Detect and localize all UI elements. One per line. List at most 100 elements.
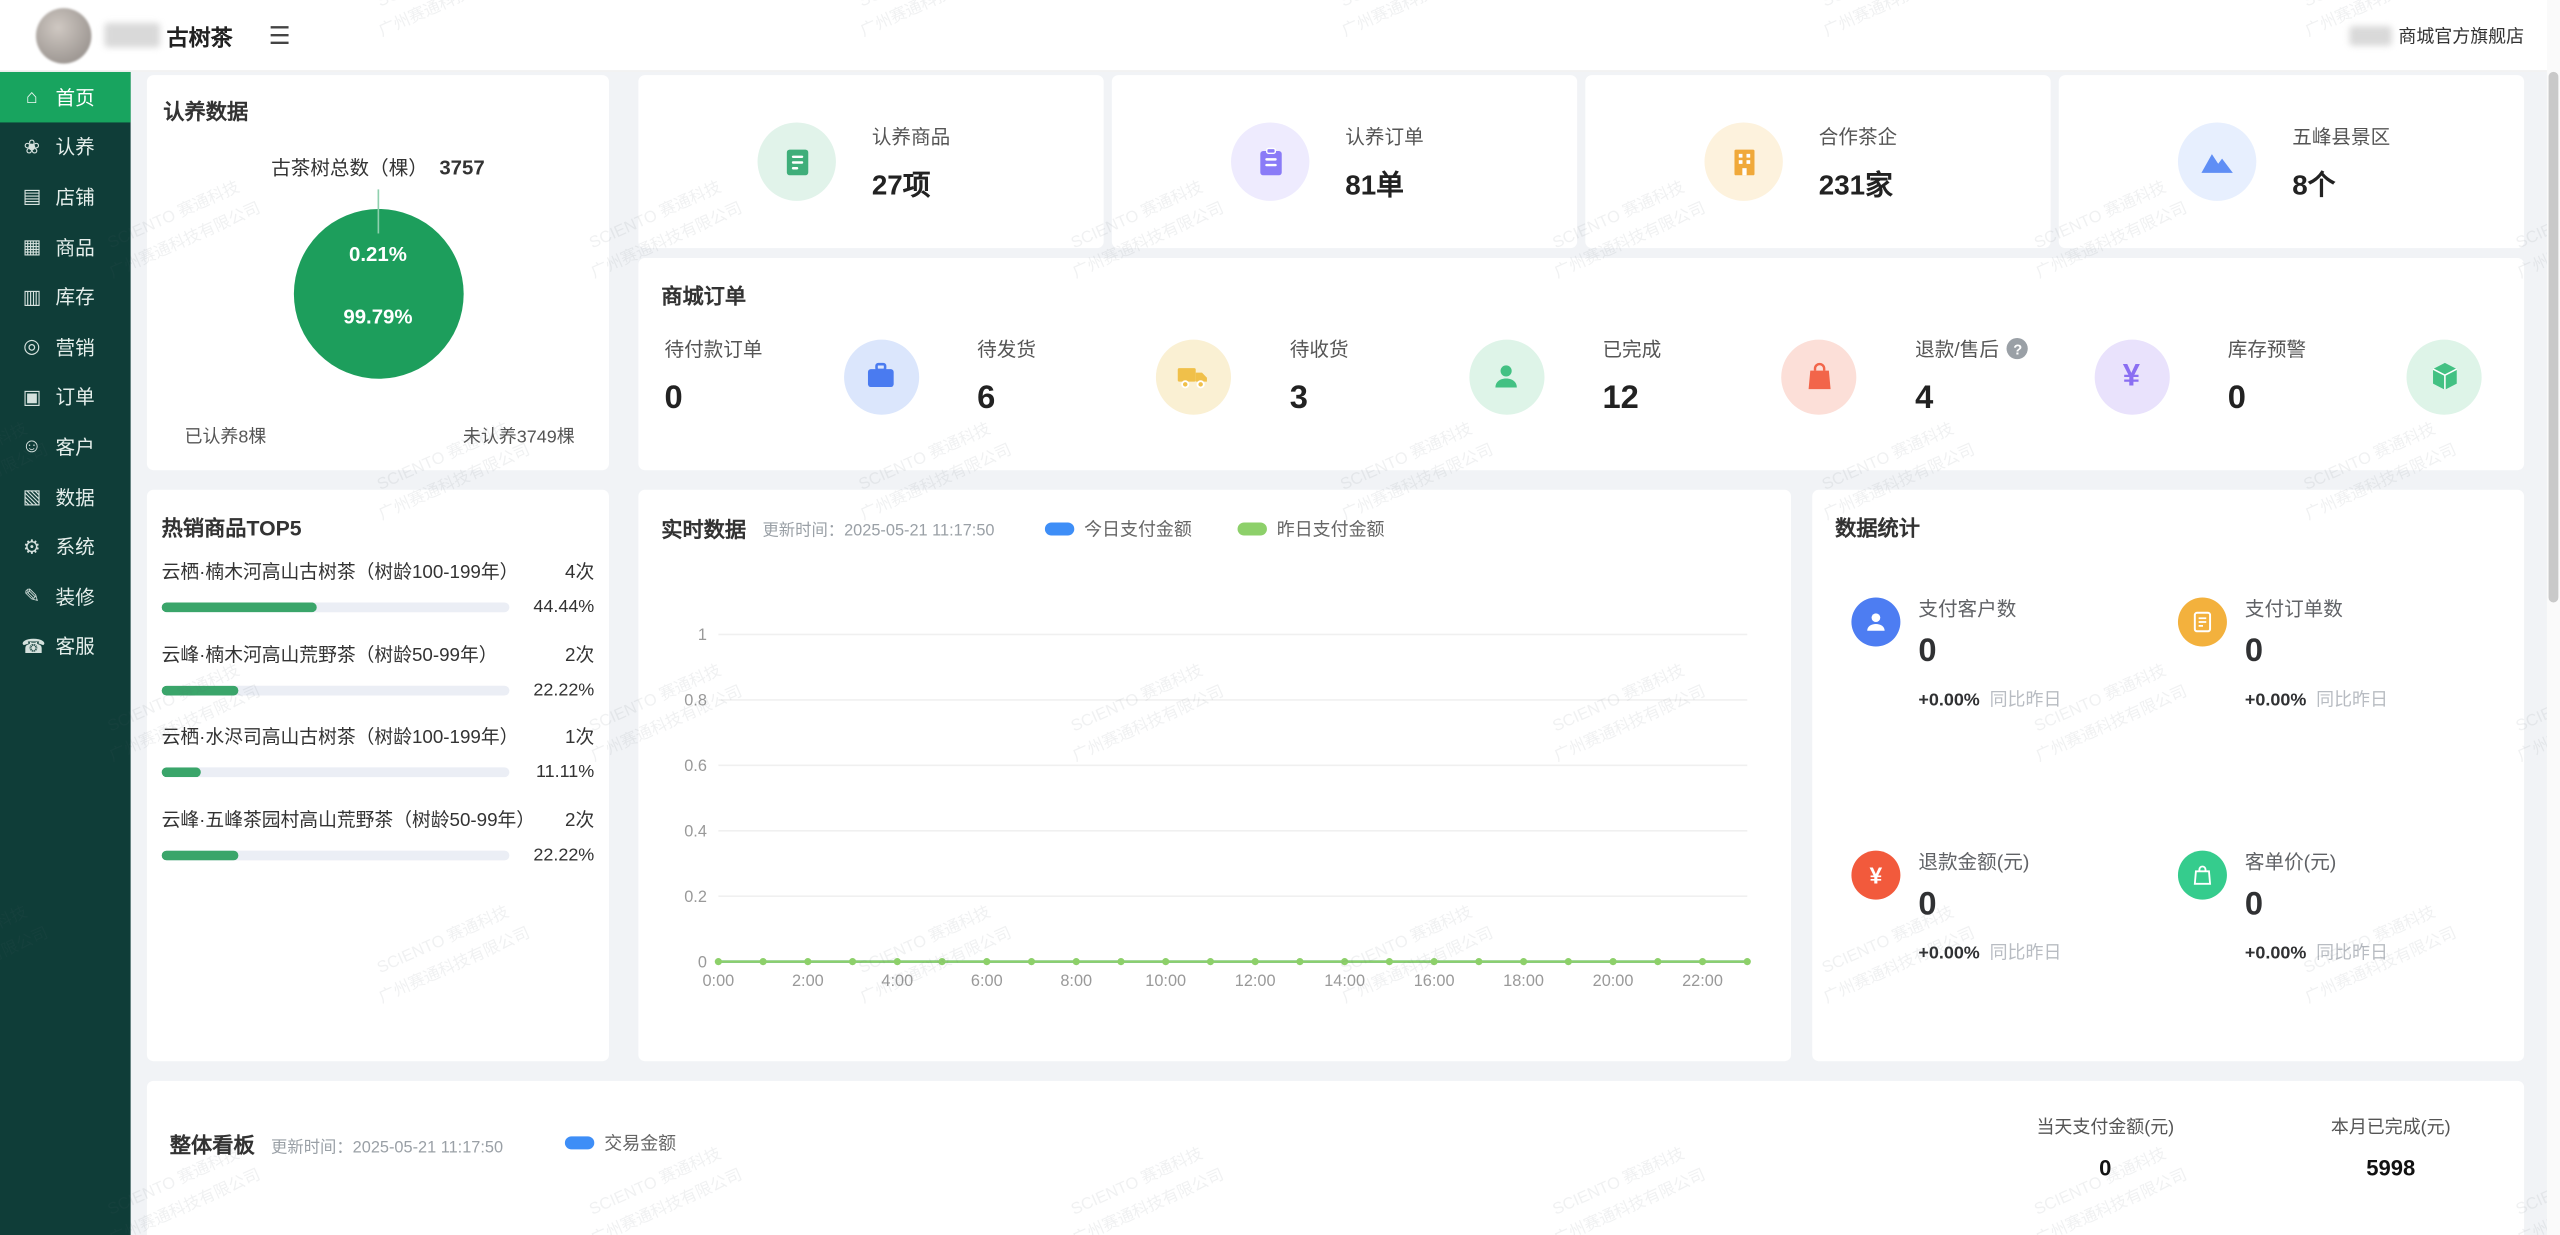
redacted-text [2349, 25, 2391, 45]
adoption-data-card: 认养数据 古茶树总数（棵）3757 0.21% 99.79% 已认养8棵 未认养… [147, 75, 609, 470]
sidebar-item-decorate[interactable]: ✎ 装修 [0, 571, 131, 621]
svg-text:0.4: 0.4 [684, 822, 707, 840]
top-header: 古树茶 ☰ 商城官方旗舰店 [0, 0, 2560, 72]
user-icon [1851, 598, 1900, 647]
home-icon: ⌂ [21, 85, 42, 108]
order-status-value: 4 [1915, 380, 2028, 418]
sidebar-item-label: 数据 [56, 483, 95, 511]
sidebar-item-data[interactable]: ▧ 数据 [0, 471, 131, 521]
svg-text:20:00: 20:00 [1593, 972, 1634, 990]
legend-yesterday[interactable]: 昨日支付金额 [1238, 516, 1385, 542]
clipboard-icon [1231, 122, 1309, 200]
order-status-value: 6 [977, 380, 1036, 418]
progress-bar [162, 850, 510, 860]
adopted-percent: 0.21% [293, 243, 463, 266]
stat-value: 81单 [1345, 161, 1423, 202]
stat-delta: +0.00% [2245, 691, 2306, 711]
svg-text:0.6: 0.6 [684, 757, 707, 775]
sidebar-item-marketing[interactable]: ◎ 营销 [0, 322, 131, 372]
update-time: 更新时间：2025-05-21 11:17:50 [271, 1133, 503, 1157]
stat-value: 0 [1918, 633, 2061, 671]
order-status-refund[interactable]: 退款/售后 ? 4 ¥ [1915, 335, 2228, 418]
redacted-text [104, 23, 160, 47]
marketing-icon: ◎ [21, 335, 42, 358]
menu-collapse-icon[interactable]: ☰ [269, 20, 291, 49]
orders-icon: ▣ [21, 385, 42, 408]
svg-text:0:00: 0:00 [702, 972, 734, 990]
product-name: 云栖·水浕司高山古树茶（树龄100-199年） [162, 723, 519, 749]
sidebar-item-label: 首页 [56, 83, 95, 111]
sidebar-item-shop[interactable]: ▤ 店铺 [0, 172, 131, 222]
sidebar-item-system[interactable]: ⚙ 系统 [0, 521, 131, 571]
order-status-to-ship[interactable]: 待发货 6 [977, 335, 1290, 418]
app-title-text: 古树茶 [167, 19, 233, 52]
sidebar-item-customers[interactable]: ☺ 客户 [0, 421, 131, 471]
sidebar-item-goods[interactable]: ▦ 商品 [0, 222, 131, 272]
month-completed: 本月已完成(元) 5998 [2331, 1113, 2451, 1180]
decorate-icon: ✎ [21, 585, 42, 608]
card-title: 热销商品TOP5 [147, 490, 609, 542]
unadopted-percent: 99.79% [293, 305, 463, 328]
doc-list-icon [758, 122, 836, 200]
legend-transaction[interactable]: 交易金额 [565, 1130, 676, 1156]
help-icon[interactable]: ? [2007, 338, 2028, 359]
sidebar-item-service[interactable]: ☎ 客服 [0, 621, 131, 671]
stat-card-tea-partners[interactable]: 合作茶企 231家 [1585, 75, 2050, 248]
order-status-label: 待发货 [977, 335, 1036, 363]
product-percent: 11.11% [536, 762, 594, 782]
sidebar-item-orders[interactable]: ▣ 订单 [0, 372, 131, 422]
product-count: 1次 [565, 723, 594, 749]
service-icon: ☎ [21, 635, 42, 658]
sidebar-item-label: 店铺 [56, 183, 95, 211]
card-title: 商城订单 [638, 258, 2524, 310]
truck-icon [1156, 339, 1231, 414]
svg-text:22:00: 22:00 [1682, 972, 1723, 990]
stat-value: 8个 [2292, 161, 2390, 202]
stat-label: 客单价(元) [2245, 847, 2388, 875]
stat-card-scenic-spots[interactable]: 五峰县景区 8个 [2059, 75, 2524, 248]
svg-text:0.2: 0.2 [684, 888, 707, 906]
shop-icon: ▤ [21, 185, 42, 208]
order-status-to-receive[interactable]: 待收货 3 [1290, 335, 1603, 418]
store-name: 商城官方旗舰店 [2349, 22, 2524, 48]
svg-text:2:00: 2:00 [792, 972, 824, 990]
stat-delta: +0.00% [2245, 944, 2306, 964]
yen-icon: ¥ [1851, 851, 1900, 900]
scrollbar-thumb[interactable] [2549, 72, 2559, 603]
product-row[interactable]: 云栖·楠木河高山古树茶（树龄100-199年）4次 44.44% [162, 558, 595, 617]
document-icon [2178, 598, 2227, 647]
svg-text:0: 0 [698, 953, 707, 971]
product-row[interactable]: 云峰·五峰茶园村高山荒野茶（树龄50-99年）2次 22.22% [162, 806, 595, 865]
svg-text:0.8: 0.8 [684, 692, 707, 710]
order-status-value: 0 [664, 380, 762, 418]
stat-card-adopt-goods[interactable]: 认养商品 27项 [638, 75, 1103, 248]
order-status-stock-alert[interactable]: 库存预警 0 [2228, 335, 2482, 418]
adopt-icon: ❀ [21, 135, 42, 158]
realtime-line-chart: 00.20.40.60.810:002:004:006:008:0010:001… [655, 604, 1775, 1009]
legend-today[interactable]: 今日支付金额 [1045, 516, 1192, 542]
avatar[interactable] [36, 7, 92, 63]
person-icon [1469, 339, 1544, 414]
sidebar-item-inventory[interactable]: ▥ 库存 [0, 272, 131, 322]
product-row[interactable]: 云栖·水浕司高山古树茶（树龄100-199年） 1次 11.11% [162, 723, 595, 782]
order-status-completed[interactable]: 已完成 12 [1602, 335, 1915, 418]
card-title: 数据统计 [1812, 490, 2524, 542]
hot-products-card: 热销商品TOP5 云栖·楠木河高山古树茶（树龄100-199年）4次 44.44… [147, 490, 609, 1061]
stat-card-adopt-orders[interactable]: 认养订单 81单 [1112, 75, 1577, 248]
vertical-scrollbar[interactable] [2547, 0, 2560, 1235]
order-status-value: 12 [1602, 380, 1661, 418]
order-status-value: 0 [2228, 380, 2306, 418]
order-status-pending-payment[interactable]: 待付款订单 0 [664, 335, 977, 418]
product-row[interactable]: 云峰·楠木河高山荒野茶（树龄50-99年）2次 22.22% [162, 641, 595, 700]
stat-avg-price: 客单价(元) 0 +0.00%同比昨日 [2178, 847, 2505, 1027]
shopping-bag-icon [1781, 339, 1856, 414]
product-name: 云峰·五峰茶园村高山荒野茶（树龄50-99年） [162, 806, 535, 832]
sidebar-item-label: 订单 [56, 383, 95, 411]
order-status-value: 3 [1290, 380, 1349, 418]
data-statistics-card: 数据统计 支付客户数 0 +0.00%同比昨日 支付订单数 0 [1812, 490, 2524, 1061]
sidebar-item-adopt[interactable]: ❀ 认养 [0, 122, 131, 172]
sidebar-item-home[interactable]: ⌂ 首页 [0, 72, 131, 122]
product-count: 2次 [565, 806, 594, 832]
goods-icon: ▦ [21, 235, 42, 258]
svg-text:12:00: 12:00 [1235, 972, 1276, 990]
